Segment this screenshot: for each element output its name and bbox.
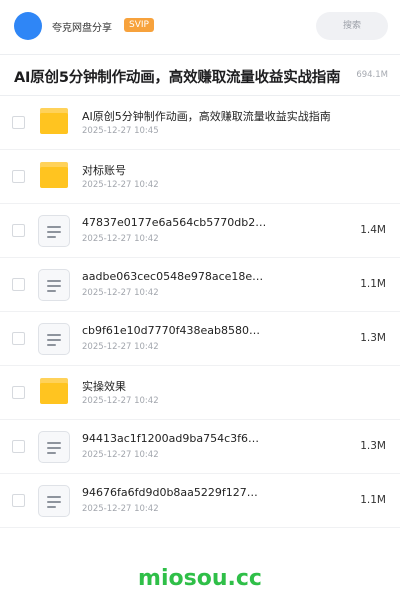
select-checkbox[interactable]: [12, 224, 25, 237]
file-size: 1.4M: [360, 224, 386, 236]
list-item[interactable]: cb9f61e10d7770f438eab8580… 2025-12-27 10:…: [0, 312, 400, 366]
list-item[interactable]: AI原创5分钟制作动画，高效赚取流量收益实战指南 2025-12-27 10:45: [0, 96, 400, 150]
header-divider: [0, 54, 400, 55]
list-item[interactable]: 94676fa6fd9d0b8aa5229f127… 2025-12-27 10:…: [0, 474, 400, 528]
page-title: AI原创5分钟制作动画，高效赚取流量收益实战指南: [14, 70, 341, 86]
document-icon: [38, 485, 70, 517]
avatar[interactable]: [14, 12, 42, 40]
file-name[interactable]: 94676fa6fd9d0b8aa5229f127…: [82, 486, 258, 499]
select-checkbox[interactable]: [12, 386, 25, 399]
list-item[interactable]: 94413ac1f1200ad9ba754c3f6… 2025-12-27 10:…: [0, 420, 400, 474]
folder-icon: [40, 162, 68, 188]
total-size: 694.1M: [356, 70, 388, 80]
file-size: 1.1M: [360, 494, 386, 506]
document-icon: [38, 323, 70, 355]
file-size: 1.3M: [360, 332, 386, 344]
file-date: 2025-12-27 10:42: [82, 342, 159, 352]
top-bar: 夸克网盘分享 SVIP 搜索: [0, 0, 400, 54]
file-date: 2025-12-27 10:42: [82, 396, 159, 406]
watermark: miosou.cc: [138, 566, 262, 591]
select-checkbox[interactable]: [12, 170, 25, 183]
file-name[interactable]: 94413ac1f1200ad9ba754c3f6…: [82, 432, 259, 445]
file-name[interactable]: cb9f61e10d7770f438eab8580…: [82, 324, 260, 337]
list-item[interactable]: aadbe063cec0548e978ace18e… 2025-12-27 10:…: [0, 258, 400, 312]
list-item[interactable]: 实操效果 2025-12-27 10:42: [0, 366, 400, 420]
svip-badge: SVIP: [124, 18, 154, 32]
select-checkbox[interactable]: [12, 494, 25, 507]
folder-icon: [40, 378, 68, 404]
app-name: 夸克网盘分享: [52, 23, 112, 34]
file-name[interactable]: 对标账号: [82, 162, 126, 178]
row-divider: [0, 527, 400, 528]
file-size: 1.1M: [360, 278, 386, 290]
file-date: 2025-12-27 10:42: [82, 288, 159, 298]
list-item[interactable]: 47837e0177e6a564cb5770db2… 2025-12-27 10:…: [0, 204, 400, 258]
document-icon: [38, 269, 70, 301]
select-checkbox[interactable]: [12, 440, 25, 453]
file-name[interactable]: 47837e0177e6a564cb5770db2…: [82, 216, 266, 229]
file-date: 2025-12-27 10:42: [82, 504, 159, 514]
folder-icon: [40, 108, 68, 134]
select-checkbox[interactable]: [12, 332, 25, 345]
list-item[interactable]: 对标账号 2025-12-27 10:42: [0, 150, 400, 204]
select-checkbox[interactable]: [12, 278, 25, 291]
file-name[interactable]: AI原创5分钟制作动画，高效赚取流量收益实战指南: [82, 108, 331, 124]
document-icon: [38, 431, 70, 463]
file-date: 2025-12-27 10:42: [82, 234, 159, 244]
file-name[interactable]: 实操效果: [82, 378, 126, 394]
file-date: 2025-12-27 10:42: [82, 180, 159, 190]
document-icon: [38, 215, 70, 247]
search-input[interactable]: 搜索: [316, 12, 388, 40]
file-name[interactable]: aadbe063cec0548e978ace18e…: [82, 270, 263, 283]
share-title-row: AI原创5分钟制作动画，高效赚取流量收益实战指南 694.1M: [0, 56, 400, 94]
file-size: 1.3M: [360, 440, 386, 452]
select-checkbox[interactable]: [12, 116, 25, 129]
file-date: 2025-12-27 10:45: [82, 126, 159, 136]
file-date: 2025-12-27 10:42: [82, 450, 159, 460]
